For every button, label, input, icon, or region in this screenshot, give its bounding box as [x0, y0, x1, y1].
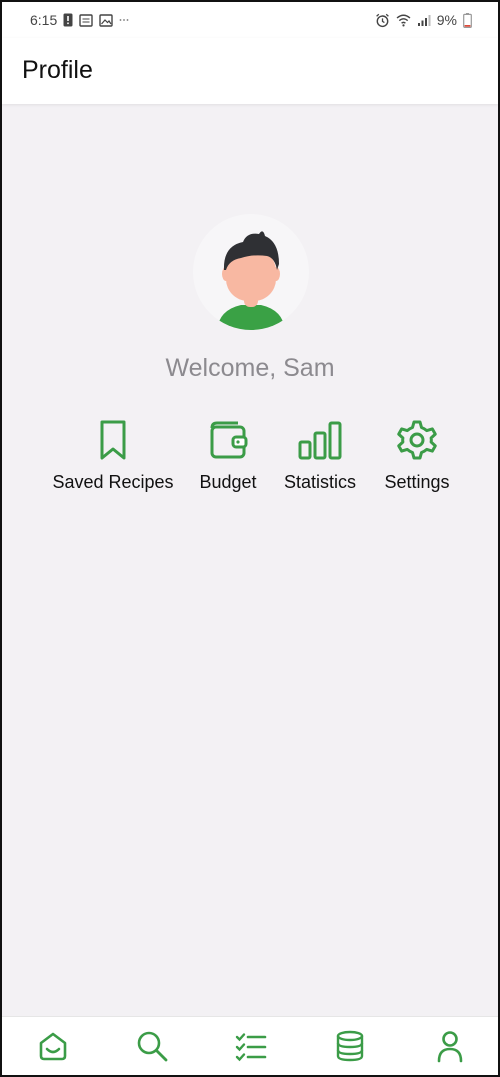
battery-icon: [463, 12, 472, 28]
bookmark-icon: [100, 420, 126, 460]
nav-database[interactable]: [333, 1029, 367, 1063]
user-icon: [437, 1031, 463, 1063]
battery-percent: 9%: [436, 12, 457, 28]
status-left: 6:15: [30, 12, 129, 28]
bottom-nav: [2, 1016, 498, 1075]
search-icon: [137, 1031, 168, 1062]
wifi-icon: [396, 14, 411, 27]
home-icon: [39, 1032, 67, 1061]
screen-icon: [79, 13, 93, 27]
gear-icon: [397, 420, 437, 460]
saved-recipes-label: Saved Recipes: [52, 472, 174, 492]
signal-icon: [417, 14, 431, 26]
database-icon: [336, 1030, 364, 1062]
nav-profile[interactable]: [433, 1029, 467, 1063]
image-icon: [99, 13, 113, 27]
alarm-icon: [375, 13, 389, 27]
nav-home[interactable]: [36, 1029, 70, 1063]
profile-actions: Saved Recipes Budget Statistics Settings: [2, 418, 498, 508]
wallet-icon: [210, 421, 248, 459]
app-screen: 6:15 9% Profile Welcome, Sam Saved Recip…: [0, 0, 500, 1077]
budget-button[interactable]: Budget: [196, 418, 260, 493]
more-dots-icon: [119, 19, 129, 21]
app-header: Profile: [2, 38, 498, 104]
statistics-button[interactable]: Statistics: [280, 418, 360, 493]
status-right: 9%: [375, 12, 472, 28]
status-time: 6:15: [30, 12, 58, 28]
welcome-text: Welcome, Sam: [165, 354, 335, 382]
bar-chart-icon: [298, 421, 342, 460]
nav-checklist[interactable]: [234, 1029, 268, 1063]
nav-search[interactable]: [135, 1029, 169, 1063]
avatar: [193, 214, 309, 330]
settings-label: Settings: [384, 472, 450, 492]
budget-label: Budget: [199, 472, 257, 492]
checklist-icon: [235, 1033, 267, 1062]
settings-button[interactable]: Settings: [381, 418, 453, 493]
statistics-label: Statistics: [283, 472, 357, 492]
page-title: Profile: [22, 56, 93, 84]
alert-icon: [63, 13, 73, 27]
status-bar: 6:15 9%: [2, 2, 498, 38]
saved-recipes-button[interactable]: Saved Recipes: [52, 418, 174, 493]
avatar-icon: [217, 231, 285, 330]
